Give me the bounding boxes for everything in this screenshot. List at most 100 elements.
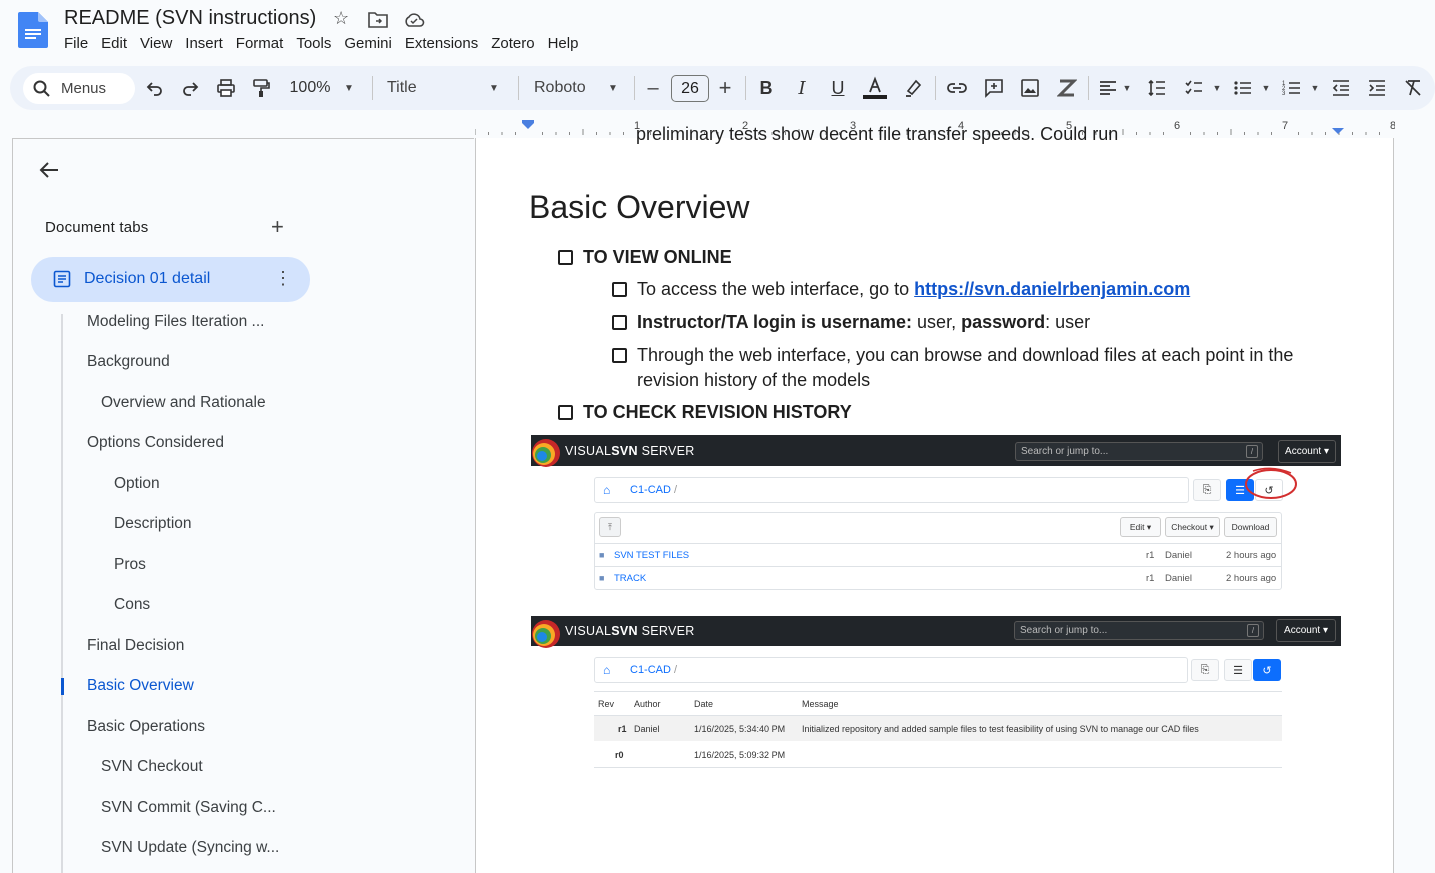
outline-item-active[interactable]: Basic Overview [87,677,194,695]
insert-link-icon[interactable] [946,74,968,102]
cloud-saved-icon[interactable] [403,12,425,28]
outline-item[interactable]: Option [114,475,160,493]
outline-item[interactable]: SVN Checkout [101,758,203,776]
outline-item[interactable]: Final Decision [87,637,184,655]
menu-view[interactable]: View [140,35,179,52]
decrease-font-size-button[interactable]: – [644,74,662,102]
menu-edit[interactable]: Edit [101,35,134,52]
undo-icon[interactable] [145,74,165,102]
number-dropdown-icon[interactable]: ▼ [1309,74,1321,102]
outline-item[interactable]: Background [87,353,170,371]
star-icon[interactable]: ☆ [333,8,349,29]
decrease-indent-icon[interactable] [1330,74,1352,102]
bold-icon[interactable]: B [756,74,776,102]
bullet-dropdown-icon[interactable]: ▼ [1260,74,1272,102]
add-comment-icon[interactable] [983,74,1005,102]
toolbar-divider [745,76,746,100]
home-icon[interactable]: ⌂ [603,663,610,677]
checkbox[interactable] [558,405,573,420]
menu-help[interactable]: Help [548,35,586,52]
outline-item[interactable]: Cons [114,596,150,614]
move-folder-icon[interactable] [368,11,388,28]
style-dropdown-icon[interactable]: ▼ [487,74,501,102]
clipboard-icon[interactable]: ⎘ [1193,479,1221,501]
checklist-format-icon[interactable] [1056,74,1078,102]
checkbox[interactable] [558,250,573,265]
menu-insert[interactable]: Insert [185,35,230,52]
menu-tools[interactable]: Tools [296,35,338,52]
svn-up-button[interactable]: ⤒ [599,517,621,537]
svn-url-link[interactable]: https://svn.danielrbenjamin.com [914,279,1190,299]
list-view-icon[interactable]: ☰ [1224,659,1252,681]
visualsvn-logo-icon [532,620,560,648]
paint-format-icon[interactable] [251,74,271,102]
table-row[interactable]: r1 Daniel 1/16/2025, 5:34:40 PM Initiali… [594,716,1282,741]
outline-item[interactable]: Pros [114,556,146,574]
svn-account-menu[interactable]: Account ▾ [1276,619,1336,642]
menu-zotero[interactable]: Zotero [491,35,541,52]
zoom-dropdown-icon[interactable]: ▼ [342,74,356,102]
svn-history-screenshot[interactable]: VISUALSVN SERVER Search or jump to... / A… [531,616,1341,771]
font-size-input[interactable]: 26 [671,75,709,102]
menu-extensions[interactable]: Extensions [405,35,485,52]
increase-font-size-button[interactable]: + [716,74,734,102]
align-dropdown-icon[interactable]: ▼ [1121,74,1133,102]
numbered-list-icon[interactable]: 123 [1281,74,1303,102]
menus-search-box[interactable]: Menus [23,73,135,104]
back-arrow-icon[interactable] [38,158,62,189]
svn-search-input[interactable]: Search or jump to... / [1014,621,1264,640]
checkbox[interactable] [612,348,627,363]
outline-item[interactable]: Modeling Files Iteration ... [87,313,264,331]
bulleted-list-icon[interactable] [1232,74,1254,102]
table-row[interactable]: r0 1/16/2025, 5:09:32 PM [594,742,1282,767]
svn-download-button[interactable]: Download [1224,517,1277,537]
column-header-date: Date [694,699,714,709]
line-spacing-icon[interactable] [1146,74,1168,102]
outline-item[interactable]: Options Considered [87,434,224,452]
svn-edit-button[interactable]: Edit ▾ [1120,517,1161,537]
checkbox[interactable] [612,315,627,330]
document-tabs-heading: Document tabs [45,219,149,236]
italic-icon[interactable]: I [792,74,812,102]
checklist-item-view-online: TO VIEW ONLINE [583,247,732,267]
outline-item[interactable]: SVN Update (Syncing w... [101,839,279,857]
outline-item[interactable]: Overview and Rationale [101,394,266,412]
zoom-select[interactable]: 100% [289,74,331,102]
column-header-author: Author [634,699,661,709]
align-left-icon[interactable] [1098,74,1118,102]
section-heading: Basic Overview [529,189,750,225]
underline-icon[interactable]: U [828,74,848,102]
font-select[interactable]: Roboto [534,74,594,102]
highlight-icon[interactable] [903,74,923,102]
menu-file[interactable]: File [64,35,95,52]
add-tab-icon[interactable]: + [271,214,284,240]
document-tabs-panel [12,138,474,873]
clear-formatting-icon[interactable] [1402,74,1424,102]
font-dropdown-icon[interactable]: ▼ [606,74,620,102]
svn-search-input[interactable]: Search or jump to... / [1015,442,1263,461]
text-color-icon[interactable] [862,74,888,102]
more-vert-icon[interactable]: ⋮ [274,268,292,289]
checkbox[interactable] [612,282,627,297]
svn-browser-screenshot[interactable]: VISUALSVN SERVER Search or jump to... / A… [531,435,1341,593]
checklist-dropdown-icon[interactable]: ▼ [1211,74,1223,102]
redo-icon[interactable] [180,74,200,102]
menu-format[interactable]: Format [236,35,291,52]
history-icon[interactable]: ↺ [1253,659,1281,681]
paragraph-style-select[interactable]: Title [387,74,427,102]
clipboard-icon[interactable]: ⎘ [1191,659,1219,681]
insert-image-icon[interactable] [1019,74,1041,102]
menu-gemini[interactable]: Gemini [344,35,399,52]
menus-search-label: Menus [61,80,107,97]
document-title[interactable]: README (SVN instructions) [64,7,316,30]
print-icon[interactable] [215,74,237,102]
increase-indent-icon[interactable] [1366,74,1388,102]
svn-account-menu[interactable]: Account ▾ [1278,440,1336,463]
svn-checkout-button[interactable]: Checkout ▾ [1165,517,1220,537]
checklist-icon[interactable] [1183,74,1205,102]
outline-item[interactable]: Basic Operations [87,718,205,736]
home-icon[interactable]: ⌂ [603,483,610,497]
outline-item[interactable]: Description [114,515,192,533]
docs-logo-icon[interactable] [18,12,48,48]
outline-item[interactable]: SVN Commit (Saving C... [101,799,276,817]
